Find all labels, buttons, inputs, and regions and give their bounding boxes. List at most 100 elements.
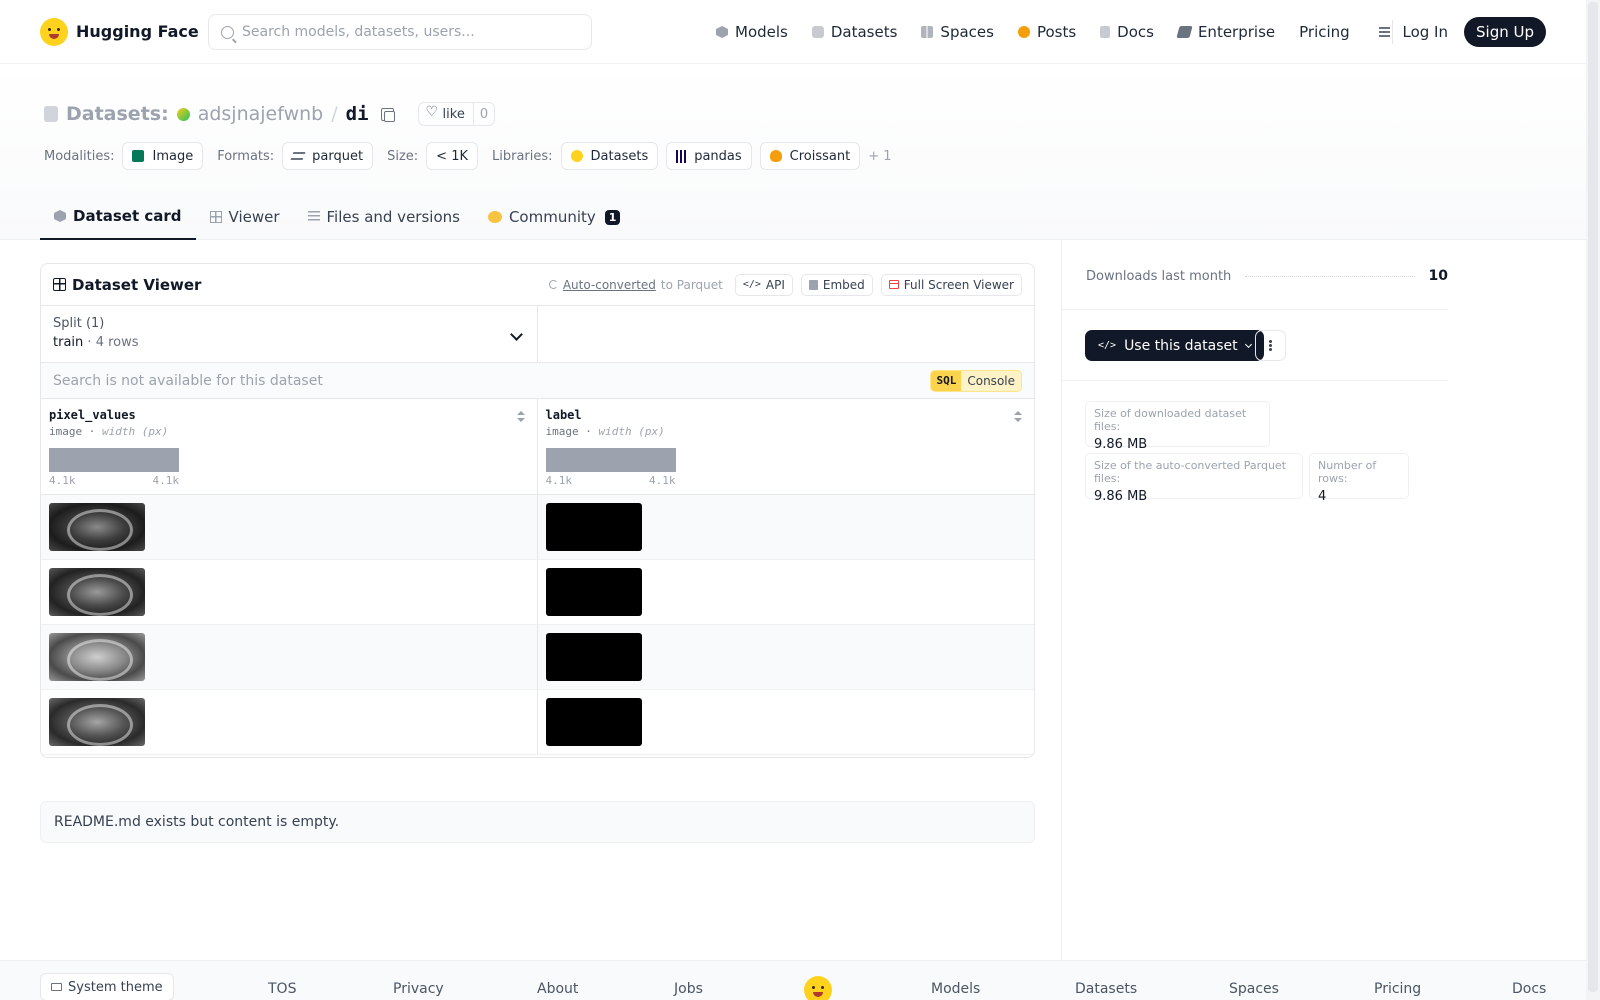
split-selector[interactable]: Split (1) train · 4 rows xyxy=(41,306,538,362)
system-theme-button[interactable]: System theme xyxy=(40,973,174,1000)
table-row xyxy=(41,495,1034,560)
dataset-name-link[interactable]: di xyxy=(346,103,369,125)
column-histogram[interactable] xyxy=(545,448,676,472)
hugging-face-logo-icon[interactable] xyxy=(804,976,832,1000)
column-header-label[interactable]: label image · width (px) 4.1k 4.1k xyxy=(538,399,1035,494)
cell-pixel-values xyxy=(41,560,538,624)
stat-label: Size of downloaded dataset files: xyxy=(1094,407,1247,433)
cell-pixel-values xyxy=(41,690,538,754)
histogram-max: 4.1k xyxy=(152,474,180,487)
dataset-viewer: Dataset Viewer Auto-converted to Parquet… xyxy=(40,263,1035,758)
login-link[interactable]: Log In xyxy=(1403,23,1449,41)
use-this-dataset-button[interactable]: </> Use this dataset xyxy=(1085,330,1264,361)
tag-library-pandas[interactable]: pandas xyxy=(666,142,752,170)
tag-library-datasets[interactable]: Datasets xyxy=(560,142,659,170)
cell-pixel-values xyxy=(41,625,538,689)
tab-dataset-card[interactable]: Dataset card xyxy=(40,194,196,240)
label-thumbnail[interactable] xyxy=(545,633,642,681)
fullscreen-icon xyxy=(888,280,899,289)
tab-label: Community xyxy=(508,208,596,226)
nav-docs[interactable]: Docs xyxy=(1088,0,1166,64)
panorama-thumbnail[interactable] xyxy=(49,503,145,551)
footer-link-datasets[interactable]: Datasets xyxy=(1075,981,1137,997)
to-parquet-text: to Parquet xyxy=(660,277,723,292)
more-menu-icon[interactable] xyxy=(1372,26,1390,38)
sql-console-button[interactable]: SQL Console xyxy=(930,369,1022,392)
nav-datasets[interactable]: Datasets xyxy=(800,0,910,64)
tab-community[interactable]: Community 1 xyxy=(474,194,634,240)
tag-format-parquet[interactable]: parquet xyxy=(282,142,374,170)
tag-modality-image[interactable]: Image xyxy=(122,142,204,170)
code-icon: </> xyxy=(742,279,761,290)
tag-library-croissant[interactable]: Croissant xyxy=(759,142,861,170)
auto-converted-link[interactable]: Auto-converted xyxy=(563,278,656,292)
split-value: train · 4 rows xyxy=(53,335,525,350)
panorama-thumbnail[interactable] xyxy=(49,633,145,681)
auth-actions: Log In Sign Up xyxy=(1403,0,1546,64)
api-button[interactable]: </> API xyxy=(734,273,793,296)
table-header: pixel_values image · width (px) 4.1k 4.1k… xyxy=(41,399,1034,495)
hugging-face-logo-icon xyxy=(40,17,68,46)
embed-button[interactable]: Embed xyxy=(800,273,873,296)
fullscreen-viewer-button[interactable]: Full Screen Viewer xyxy=(880,273,1022,296)
column-subtype: width (px) xyxy=(102,425,169,438)
footer-link-spaces[interactable]: Spaces xyxy=(1229,981,1279,997)
nav-pricing[interactable]: Pricing xyxy=(1287,0,1362,64)
cell-pixel-values xyxy=(41,495,538,559)
sort-icon[interactable] xyxy=(516,411,525,423)
stat-value: 4 xyxy=(1318,489,1327,504)
footer-link-about[interactable]: About xyxy=(537,981,578,997)
search-input[interactable] xyxy=(242,24,572,40)
more-libraries-link[interactable]: + 1 xyxy=(868,149,891,164)
more-options-button[interactable] xyxy=(1255,330,1286,361)
column-header-pixel-values[interactable]: pixel_values image · width (px) 4.1k 4.1k xyxy=(41,399,538,494)
docs-icon xyxy=(1100,26,1111,38)
footer-link-tos[interactable]: TOS xyxy=(268,981,296,997)
libraries-label: Libraries: xyxy=(492,148,553,164)
brand-name: Hugging Face xyxy=(76,22,199,41)
column-name: pixel_values xyxy=(49,408,136,422)
signup-button[interactable]: Sign Up xyxy=(1464,17,1546,47)
cell-label xyxy=(538,495,1035,559)
panorama-thumbnail[interactable] xyxy=(49,698,145,746)
tab-viewer[interactable]: Viewer xyxy=(196,194,294,240)
tab-files[interactable]: Files and versions xyxy=(294,194,474,240)
label-thumbnail[interactable] xyxy=(545,503,642,551)
datasets-library-icon xyxy=(570,150,583,162)
footer-link-models[interactable]: Models xyxy=(931,981,980,997)
table-row xyxy=(41,690,1034,755)
page-scrollbar-thumb[interactable] xyxy=(1588,2,1598,992)
split-selector-row: Split (1) train · 4 rows xyxy=(41,306,1034,363)
footer-link-pricing[interactable]: Pricing xyxy=(1374,981,1421,997)
histogram-min: 4.1k xyxy=(49,474,76,487)
nav-posts[interactable]: Posts xyxy=(1006,0,1088,64)
footer-link-privacy[interactable]: Privacy xyxy=(393,981,444,997)
copy-icon[interactable] xyxy=(380,107,395,122)
embed-label: Embed xyxy=(822,277,865,292)
label-thumbnail[interactable] xyxy=(545,568,642,616)
brand-logo-link[interactable]: Hugging Face xyxy=(40,17,199,46)
tag-label: Croissant xyxy=(789,148,851,164)
split-name: train xyxy=(53,335,84,350)
viewer-title: Dataset Viewer xyxy=(53,276,201,294)
label-thumbnail[interactable] xyxy=(545,698,642,746)
nav-spaces[interactable]: Spaces xyxy=(909,0,1006,64)
panorama-thumbnail[interactable] xyxy=(49,568,145,616)
owner-link[interactable]: adsjnajefwnb xyxy=(198,103,324,125)
tag-size[interactable]: < 1K xyxy=(426,142,478,170)
nav-models[interactable]: Models xyxy=(704,0,800,64)
column-histogram[interactable] xyxy=(49,448,179,472)
like-button[interactable]: like 0 xyxy=(417,102,496,126)
nav-pricing-label: Pricing xyxy=(1299,23,1350,41)
path-separator: / xyxy=(331,103,338,125)
footer-link-jobs[interactable]: Jobs xyxy=(674,981,703,997)
posts-icon xyxy=(1017,26,1030,38)
nav-enterprise[interactable]: Enterprise xyxy=(1166,0,1287,64)
size-label: Size: xyxy=(387,148,419,164)
community-count-badge: 1 xyxy=(604,209,621,225)
main-nav: Models Datasets Spaces Posts Docs Enterp… xyxy=(704,0,1390,64)
footer-link-docs[interactable]: Docs xyxy=(1512,981,1546,997)
sort-icon[interactable] xyxy=(1014,411,1022,423)
sidebar-separator xyxy=(1062,309,1448,310)
global-search[interactable] xyxy=(208,14,592,50)
